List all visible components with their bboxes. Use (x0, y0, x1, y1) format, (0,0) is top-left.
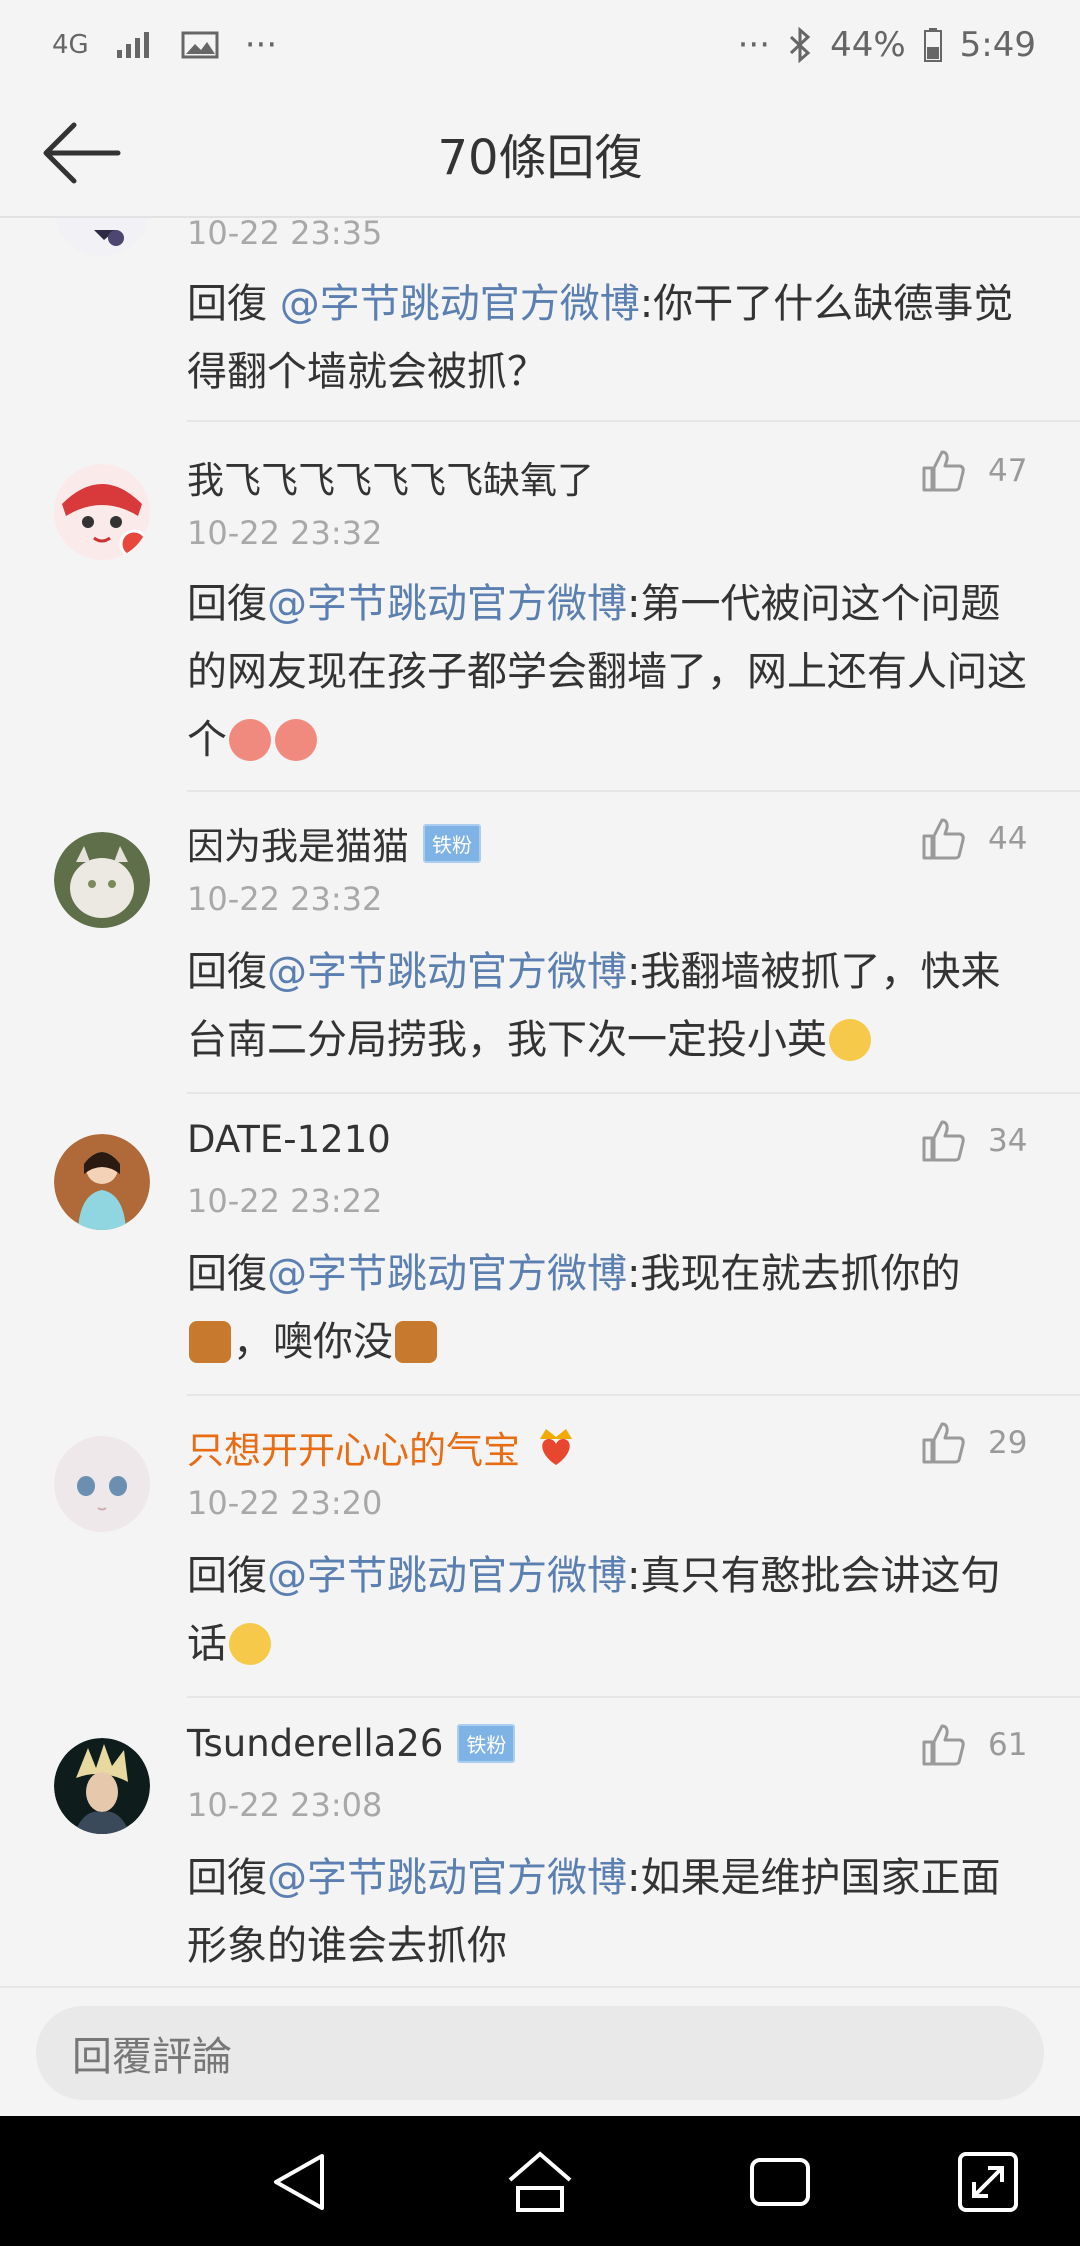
avatar[interactable] (54, 1436, 150, 1532)
divider (187, 1394, 1080, 1396)
reply-prefix: 回復 (187, 1553, 267, 1599)
status-bar: 4G ··· ··· 44% 5:49 (0, 0, 1080, 90)
avatar[interactable] (54, 218, 150, 256)
divider (187, 1696, 1080, 1698)
reply-input[interactable]: 回覆評論 (36, 2006, 1044, 2100)
mention-link[interactable]: @字节跳动官方微博 (280, 281, 640, 327)
like-button[interactable]: 47 (920, 448, 1027, 494)
signal-icon (116, 32, 149, 58)
username[interactable]: DATE-1210 (187, 1118, 391, 1161)
comment-header: 我飞飞飞飞飞飞飞缺氧了 (187, 450, 594, 504)
mention-link[interactable]: @字节跳动官方微博 (267, 1553, 627, 1599)
image-icon (181, 31, 219, 59)
avatar[interactable] (54, 1738, 150, 1834)
mention-link[interactable]: @字节跳动官方微博 (267, 1855, 627, 1901)
comment-text: 回復@字节跳动官方微博:真只有憨批会讲这句话 (187, 1542, 1037, 1678)
divider (187, 420, 1080, 422)
nav-home-icon[interactable] (502, 2144, 578, 2220)
like-count: 44 (988, 821, 1028, 857)
avatar[interactable] (54, 1134, 150, 1230)
crown-heart-icon (540, 1429, 572, 1465)
clock: 5:49 (959, 25, 1036, 65)
reply-placeholder: 回覆評論 (72, 2034, 232, 2080)
thumb-up-icon (922, 818, 965, 860)
comment-time: 10-22 23:32 (187, 880, 383, 918)
divider (187, 1092, 1080, 1094)
reply-prefix: 回復 (187, 581, 267, 627)
comment-time: 10-22 23:22 (187, 1182, 383, 1220)
like-count: 47 (988, 453, 1028, 489)
comment-header: 因为我是猫猫 铁粉 (187, 816, 481, 870)
comment-time: 10-22 23:20 (187, 1484, 383, 1522)
comment-text: 回復@字节跳动官方微博:我翻墙被抓了，快来台南二分局捞我，我下次一定投小英 (187, 938, 1037, 1074)
nav-back-icon[interactable] (262, 2144, 338, 2220)
avatar[interactable] (54, 832, 150, 928)
username[interactable]: Tsunderella26 (187, 1722, 443, 1765)
more-status-icon: ··· (737, 25, 771, 65)
comment-list[interactable]: 10-22 23:35 回復 @字节跳动官方微博:你干了什么缺德事觉得翻个墙就会… (0, 218, 1080, 1986)
more-notifications-icon: ··· (244, 25, 278, 65)
like-count: 61 (988, 1727, 1028, 1763)
thumb-up-icon (922, 1724, 965, 1766)
system-nav-bar (0, 2116, 1080, 2246)
horse-emoji-icon (189, 1321, 231, 1363)
nav-expand-icon[interactable] (950, 2144, 1026, 2220)
mention-link[interactable]: @字节跳动官方微博 (267, 581, 627, 627)
like-count: 29 (988, 1425, 1028, 1461)
reply-bar: 回覆評論 (0, 1986, 1080, 2116)
battery-percent: 44% (830, 25, 906, 65)
thumb-up-icon (922, 1422, 965, 1464)
horse-emoji-icon (395, 1321, 437, 1363)
comment-header: Tsunderella26 铁粉 (187, 1722, 516, 1765)
reply-prefix: 回復 (187, 1855, 267, 1901)
yum-emoji-icon (229, 1623, 271, 1665)
reply-prefix: 回復 (187, 281, 280, 327)
avatar[interactable] (54, 464, 150, 560)
comment-time: 10-22 23:35 (187, 218, 383, 252)
header: 70條回復 (0, 90, 1080, 218)
comment-text: 回復@字节跳动官方微博:如果是维护国家正面形象的谁会去抓你 (187, 1844, 1037, 1980)
reply-prefix: 回復 (187, 1251, 267, 1297)
comment-time: 10-22 23:32 (187, 514, 383, 552)
like-button[interactable]: 44 (920, 816, 1027, 862)
like-count: 34 (988, 1123, 1028, 1159)
comment-header: 只想开开心心的气宝 (187, 1420, 578, 1474)
username[interactable]: 因为我是猫猫 (187, 816, 409, 870)
username[interactable]: 只想开开心心的气宝 (187, 1420, 520, 1474)
bluetooth-icon (790, 27, 811, 63)
thumb-up-icon (922, 1120, 965, 1162)
username[interactable]: 我飞飞飞飞飞飞飞缺氧了 (187, 450, 594, 504)
mention-link[interactable]: @字节跳动官方微博 (267, 1251, 627, 1297)
comment-body-cont: ，噢你没 (233, 1319, 393, 1365)
page-title: 70條回復 (437, 130, 643, 186)
pig-emoji-icon (229, 719, 271, 761)
nav-recents-icon[interactable] (742, 2144, 818, 2220)
pig-emoji-icon (275, 719, 317, 761)
reply-prefix: 回復 (187, 949, 267, 995)
comment-text: 回復 @字节跳动官方微博:你干了什么缺德事觉得翻个墙就会被抓？ (187, 270, 1037, 406)
comment-body: :我现在就去抓你的 (627, 1251, 961, 1297)
crying-emoji-icon (829, 1019, 871, 1061)
comment-time: 10-22 23:08 (187, 1786, 383, 1824)
network-label: 4G (52, 30, 89, 60)
mention-link[interactable]: @字节跳动官方微博 (267, 949, 627, 995)
like-button[interactable]: 34 (920, 1118, 1027, 1164)
comment-header: DATE-1210 (187, 1118, 391, 1161)
battery-icon (923, 28, 942, 62)
like-button[interactable]: 61 (920, 1722, 1027, 1768)
comment-text: 回復@字节跳动官方微博:第一代被问这个问题的网友现在孩子都学会翻墙了，网上还有人… (187, 570, 1037, 774)
thumb-up-icon (922, 450, 965, 492)
like-button[interactable]: 29 (920, 1420, 1027, 1466)
comment-text: 回復@字节跳动官方微博:我现在就去抓你的 ，噢你没 (187, 1240, 1037, 1376)
divider (187, 790, 1080, 792)
fan-badge: 铁粉 (423, 823, 481, 863)
fan-badge: 铁粉 (457, 1724, 516, 1763)
